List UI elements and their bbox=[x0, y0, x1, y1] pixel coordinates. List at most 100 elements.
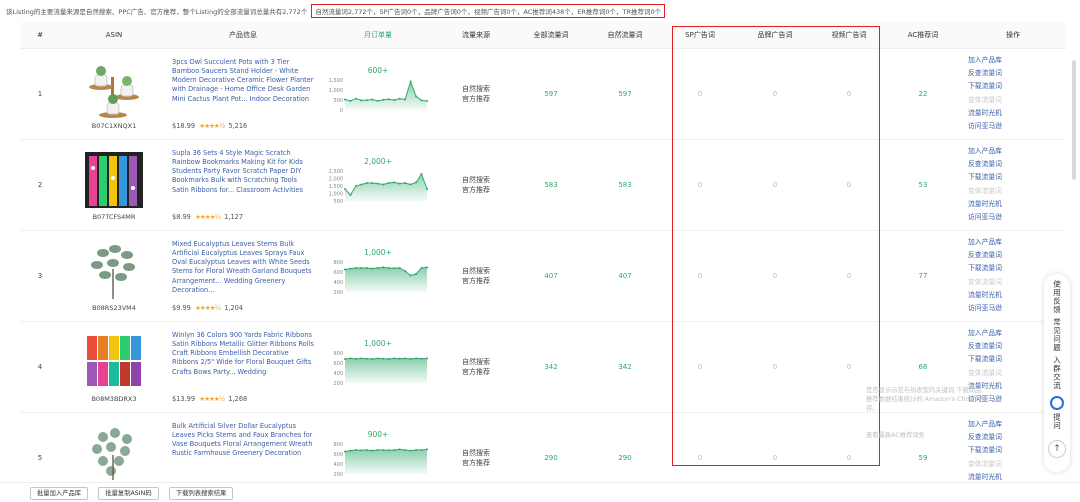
traffic-source-cell: 自然搜索 官方推荐 bbox=[438, 230, 514, 321]
ac-tooltip-ghost: 是否显示示范与热衷型的关键词 下载商品推荐数据结果统计的 Amazon's Ch… bbox=[866, 386, 986, 440]
trend-y-tick: 2,000 bbox=[329, 176, 343, 182]
batch-copy-asin-button[interactable]: 批量复制ASIN码 bbox=[98, 487, 159, 500]
product-image[interactable] bbox=[83, 330, 145, 392]
trend-point bbox=[409, 449, 412, 452]
sales-trend[interactable]: 2,000+ 2,500 2,000 1,500 1,000 500 bbox=[323, 155, 433, 215]
col-monthly-sales[interactable]: 月订单量 bbox=[318, 22, 438, 49]
all-keywords-count[interactable]: 583 bbox=[514, 139, 588, 230]
ac-keywords-count[interactable]: 77 bbox=[886, 230, 960, 321]
source-official: 官方推荐 bbox=[462, 94, 490, 103]
trend-y-tick: 800 bbox=[333, 442, 343, 448]
ac-keywords-count[interactable]: 53 bbox=[886, 139, 960, 230]
sales-trend[interactable]: 1,000+ 800 600 400 200 bbox=[323, 337, 433, 397]
trend-y-tick: 0 bbox=[340, 108, 343, 114]
col-video-ads[interactable]: 视频广告词 bbox=[812, 22, 886, 49]
product-meta: $13.99 ★★★★½ 1,268 bbox=[172, 395, 314, 403]
col-brand-ads[interactable]: 品牌广告词 bbox=[738, 22, 812, 49]
trend-y-tick: 800 bbox=[333, 351, 343, 357]
traffic-time-machine-link[interactable]: 流量时光机 bbox=[968, 107, 1066, 120]
ac-keywords-count[interactable]: 22 bbox=[886, 48, 960, 139]
trend-point bbox=[420, 98, 423, 101]
trend-y-tick: 600 bbox=[333, 270, 343, 276]
organic-keywords-count[interactable]: 583 bbox=[588, 139, 662, 230]
asin-code[interactable]: B08M3BDRX3 bbox=[91, 395, 136, 403]
trend-point bbox=[426, 187, 428, 190]
brand-ads-count: 0 bbox=[772, 453, 778, 462]
download-list-button[interactable]: 下载列表搜索结果 bbox=[168, 487, 234, 500]
trend-point bbox=[393, 266, 396, 269]
all-keywords-count[interactable]: 407 bbox=[514, 230, 588, 321]
download-keywords-link[interactable]: 下载流量词 bbox=[968, 171, 1066, 184]
product-image[interactable] bbox=[83, 148, 145, 210]
product-image[interactable] bbox=[83, 57, 145, 119]
add-to-library-link[interactable]: 加入产品库 bbox=[968, 236, 1066, 249]
all-keywords-count[interactable]: 342 bbox=[514, 321, 588, 412]
reverse-lookup-link[interactable]: 反查流量词 bbox=[968, 67, 1066, 80]
back-to-top-icon[interactable]: ↑ bbox=[1048, 440, 1066, 458]
organic-keywords-count[interactable]: 342 bbox=[588, 321, 662, 412]
product-title-link[interactable]: Mixed Eucalyptus Leaves Stems Bulk Artif… bbox=[172, 240, 314, 296]
traffic-time-machine-link[interactable]: 流量时光机 bbox=[968, 471, 1066, 480]
product-image[interactable] bbox=[83, 425, 145, 480]
product-title-link[interactable]: 3pcs Owl Succulent Pots with 3 Tier Bamb… bbox=[172, 58, 314, 114]
star-rating-icon: ★★★★½ bbox=[199, 121, 225, 130]
sales-trend[interactable]: 900+ 800 600 400 200 bbox=[323, 428, 433, 481]
monthly-sales-cell: 1,000+ 800 600 400 200 bbox=[318, 230, 438, 321]
product-image[interactable] bbox=[83, 239, 145, 301]
col-asin[interactable]: ASIN bbox=[60, 22, 168, 49]
trend-area bbox=[345, 357, 427, 383]
product-meta: $18.99 ★★★★½ 5,216 bbox=[172, 122, 314, 130]
col-ac-keywords[interactable]: AC推荐词 bbox=[886, 22, 960, 49]
organic-keywords-count[interactable]: 290 bbox=[588, 412, 662, 480]
product-title-link[interactable]: Supla 36 Sets 4 Style Magic Scratch Rain… bbox=[172, 149, 314, 205]
table-row: 2 B07TCFS4MR Supla 36 Sets 4 Style Magic… bbox=[20, 139, 1066, 230]
faq-link[interactable]: 常见问题 bbox=[1052, 318, 1063, 352]
col-all-keywords[interactable]: 全部流量词 bbox=[514, 22, 588, 49]
product-title-link[interactable]: Bulk Artificial Silver Dollar Eucalyptus… bbox=[172, 422, 314, 478]
source-organic: 自然搜索 bbox=[462, 175, 490, 184]
reverse-lookup-link[interactable]: 反查流量词 bbox=[968, 249, 1066, 262]
trend-point bbox=[365, 357, 368, 360]
product-price: $9.99 bbox=[172, 303, 191, 312]
sales-peak-label: 2,000+ bbox=[364, 156, 392, 166]
ask-link[interactable]: 提问 bbox=[1052, 413, 1063, 430]
asin-cell: B07C1XNQX1 bbox=[60, 48, 168, 139]
col-sp-ads[interactable]: SP广告词 bbox=[662, 22, 738, 49]
trend-point bbox=[344, 98, 346, 100]
trend-point bbox=[387, 97, 390, 100]
trend-point bbox=[398, 447, 401, 450]
asin-code[interactable]: B08RS23VM4 bbox=[92, 304, 136, 312]
trend-point bbox=[382, 98, 385, 101]
sales-trend[interactable]: 600+ 1,500 1,000 500 0 bbox=[323, 64, 433, 124]
reverse-lookup-link[interactable]: 反查流量词 bbox=[968, 158, 1066, 171]
product-info-cell: Bulk Artificial Silver Dollar Eucalyptus… bbox=[168, 412, 318, 480]
add-to-library-link[interactable]: 加入产品库 bbox=[968, 54, 1066, 67]
product-title-link[interactable]: Winlyn 36 Colors 900 Yards Fabric Ribbon… bbox=[172, 331, 314, 387]
asin-code[interactable]: B07C1XNQX1 bbox=[92, 122, 136, 130]
asin-code[interactable]: B07TCFS4MR bbox=[93, 213, 136, 221]
scrollbar[interactable] bbox=[1072, 60, 1076, 180]
trend-point bbox=[354, 448, 357, 451]
sales-trend[interactable]: 1,000+ 800 600 400 200 bbox=[323, 246, 433, 306]
traffic-time-machine-link[interactable]: 流量时光机 bbox=[968, 198, 1066, 211]
trend-point bbox=[426, 356, 428, 359]
download-keywords-link[interactable]: 下载流量词 bbox=[968, 80, 1066, 93]
all-keywords-count[interactable]: 597 bbox=[514, 48, 588, 139]
trend-point bbox=[354, 357, 357, 360]
visit-amazon-link[interactable]: 访问亚马逊 bbox=[968, 211, 1066, 224]
col-organic-keywords[interactable]: 自然流量词 bbox=[588, 22, 662, 49]
organic-keywords-count[interactable]: 597 bbox=[588, 48, 662, 139]
join-group-link[interactable]: 入群交流 bbox=[1052, 356, 1063, 390]
batch-add-button[interactable]: 批量加入产品库 bbox=[30, 487, 89, 500]
trend-point bbox=[349, 267, 352, 270]
visit-amazon-link[interactable]: 访问亚马逊 bbox=[968, 120, 1066, 133]
feedback-link[interactable]: 使用反馈 bbox=[1052, 280, 1063, 314]
add-to-library-link[interactable]: 加入产品库 bbox=[968, 145, 1066, 158]
trend-y-tick: 1,000 bbox=[329, 88, 343, 94]
organic-keywords-count[interactable]: 407 bbox=[588, 230, 662, 321]
trend-point bbox=[415, 356, 418, 359]
trend-point bbox=[360, 266, 363, 269]
all-keywords-count[interactable]: 290 bbox=[514, 412, 588, 480]
source-official: 官方推荐 bbox=[462, 367, 490, 376]
download-keywords-link[interactable]: 下载流量词 bbox=[968, 262, 1066, 275]
